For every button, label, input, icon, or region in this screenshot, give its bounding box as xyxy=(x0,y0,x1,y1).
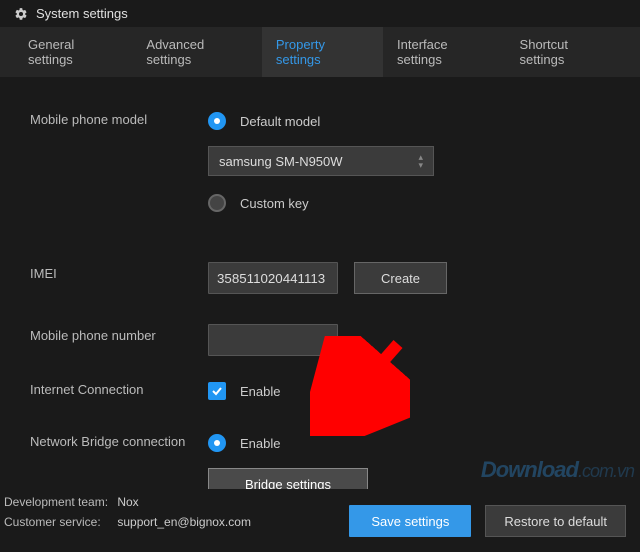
checkmark-icon xyxy=(208,382,226,400)
imei-input[interactable] xyxy=(208,262,338,294)
label-bridge: Network Bridge connection xyxy=(30,430,208,449)
internet-enable-checkbox[interactable]: Enable xyxy=(208,378,640,404)
watermark: Download.com.vn xyxy=(481,457,634,483)
footer: Development team: Nox Customer service: … xyxy=(0,489,640,543)
gear-icon xyxy=(14,7,28,21)
label-imei: IMEI xyxy=(30,262,208,281)
cs-value: support_en@bignox.com xyxy=(117,515,251,529)
model-select[interactable]: samsung SM-N950W ▴▾ xyxy=(208,146,434,176)
internet-enable-label: Enable xyxy=(240,384,280,399)
radio-icon xyxy=(208,194,226,212)
create-button[interactable]: Create xyxy=(354,262,447,294)
watermark-brand: Download xyxy=(481,457,578,482)
radio-icon xyxy=(208,112,226,130)
radio-bridge-enable-label: Enable xyxy=(240,436,280,451)
cs-label: Customer service: xyxy=(4,515,114,529)
restore-button[interactable]: Restore to default xyxy=(485,505,626,537)
tab-bar: General settings Advanced settings Prope… xyxy=(0,27,640,78)
phone-input[interactable] xyxy=(208,324,338,356)
window-title: System settings xyxy=(36,6,128,21)
tab-shortcut[interactable]: Shortcut settings xyxy=(506,27,626,77)
tab-property[interactable]: Property settings xyxy=(262,27,383,77)
titlebar: System settings xyxy=(0,0,640,27)
model-select-value: samsung SM-N950W xyxy=(219,154,343,169)
dev-value: Nox xyxy=(117,495,138,509)
radio-icon xyxy=(208,434,226,452)
label-internet: Internet Connection xyxy=(30,378,208,397)
updown-icon: ▴▾ xyxy=(418,154,423,168)
radio-default-model-label: Default model xyxy=(240,114,320,129)
radio-default-model[interactable]: Default model xyxy=(208,108,640,134)
tab-advanced[interactable]: Advanced settings xyxy=(132,27,261,77)
dev-label: Development team: xyxy=(4,495,114,509)
radio-custom-key[interactable]: Custom key xyxy=(208,190,640,216)
tab-interface[interactable]: Interface settings xyxy=(383,27,506,77)
save-button[interactable]: Save settings xyxy=(349,505,471,537)
tab-general[interactable]: General settings xyxy=(14,27,132,77)
label-model: Mobile phone model xyxy=(30,108,208,127)
radio-bridge-enable[interactable]: Enable xyxy=(208,430,640,456)
radio-custom-key-label: Custom key xyxy=(240,196,309,211)
watermark-tld: .com.vn xyxy=(578,461,634,481)
label-phone: Mobile phone number xyxy=(30,324,208,343)
